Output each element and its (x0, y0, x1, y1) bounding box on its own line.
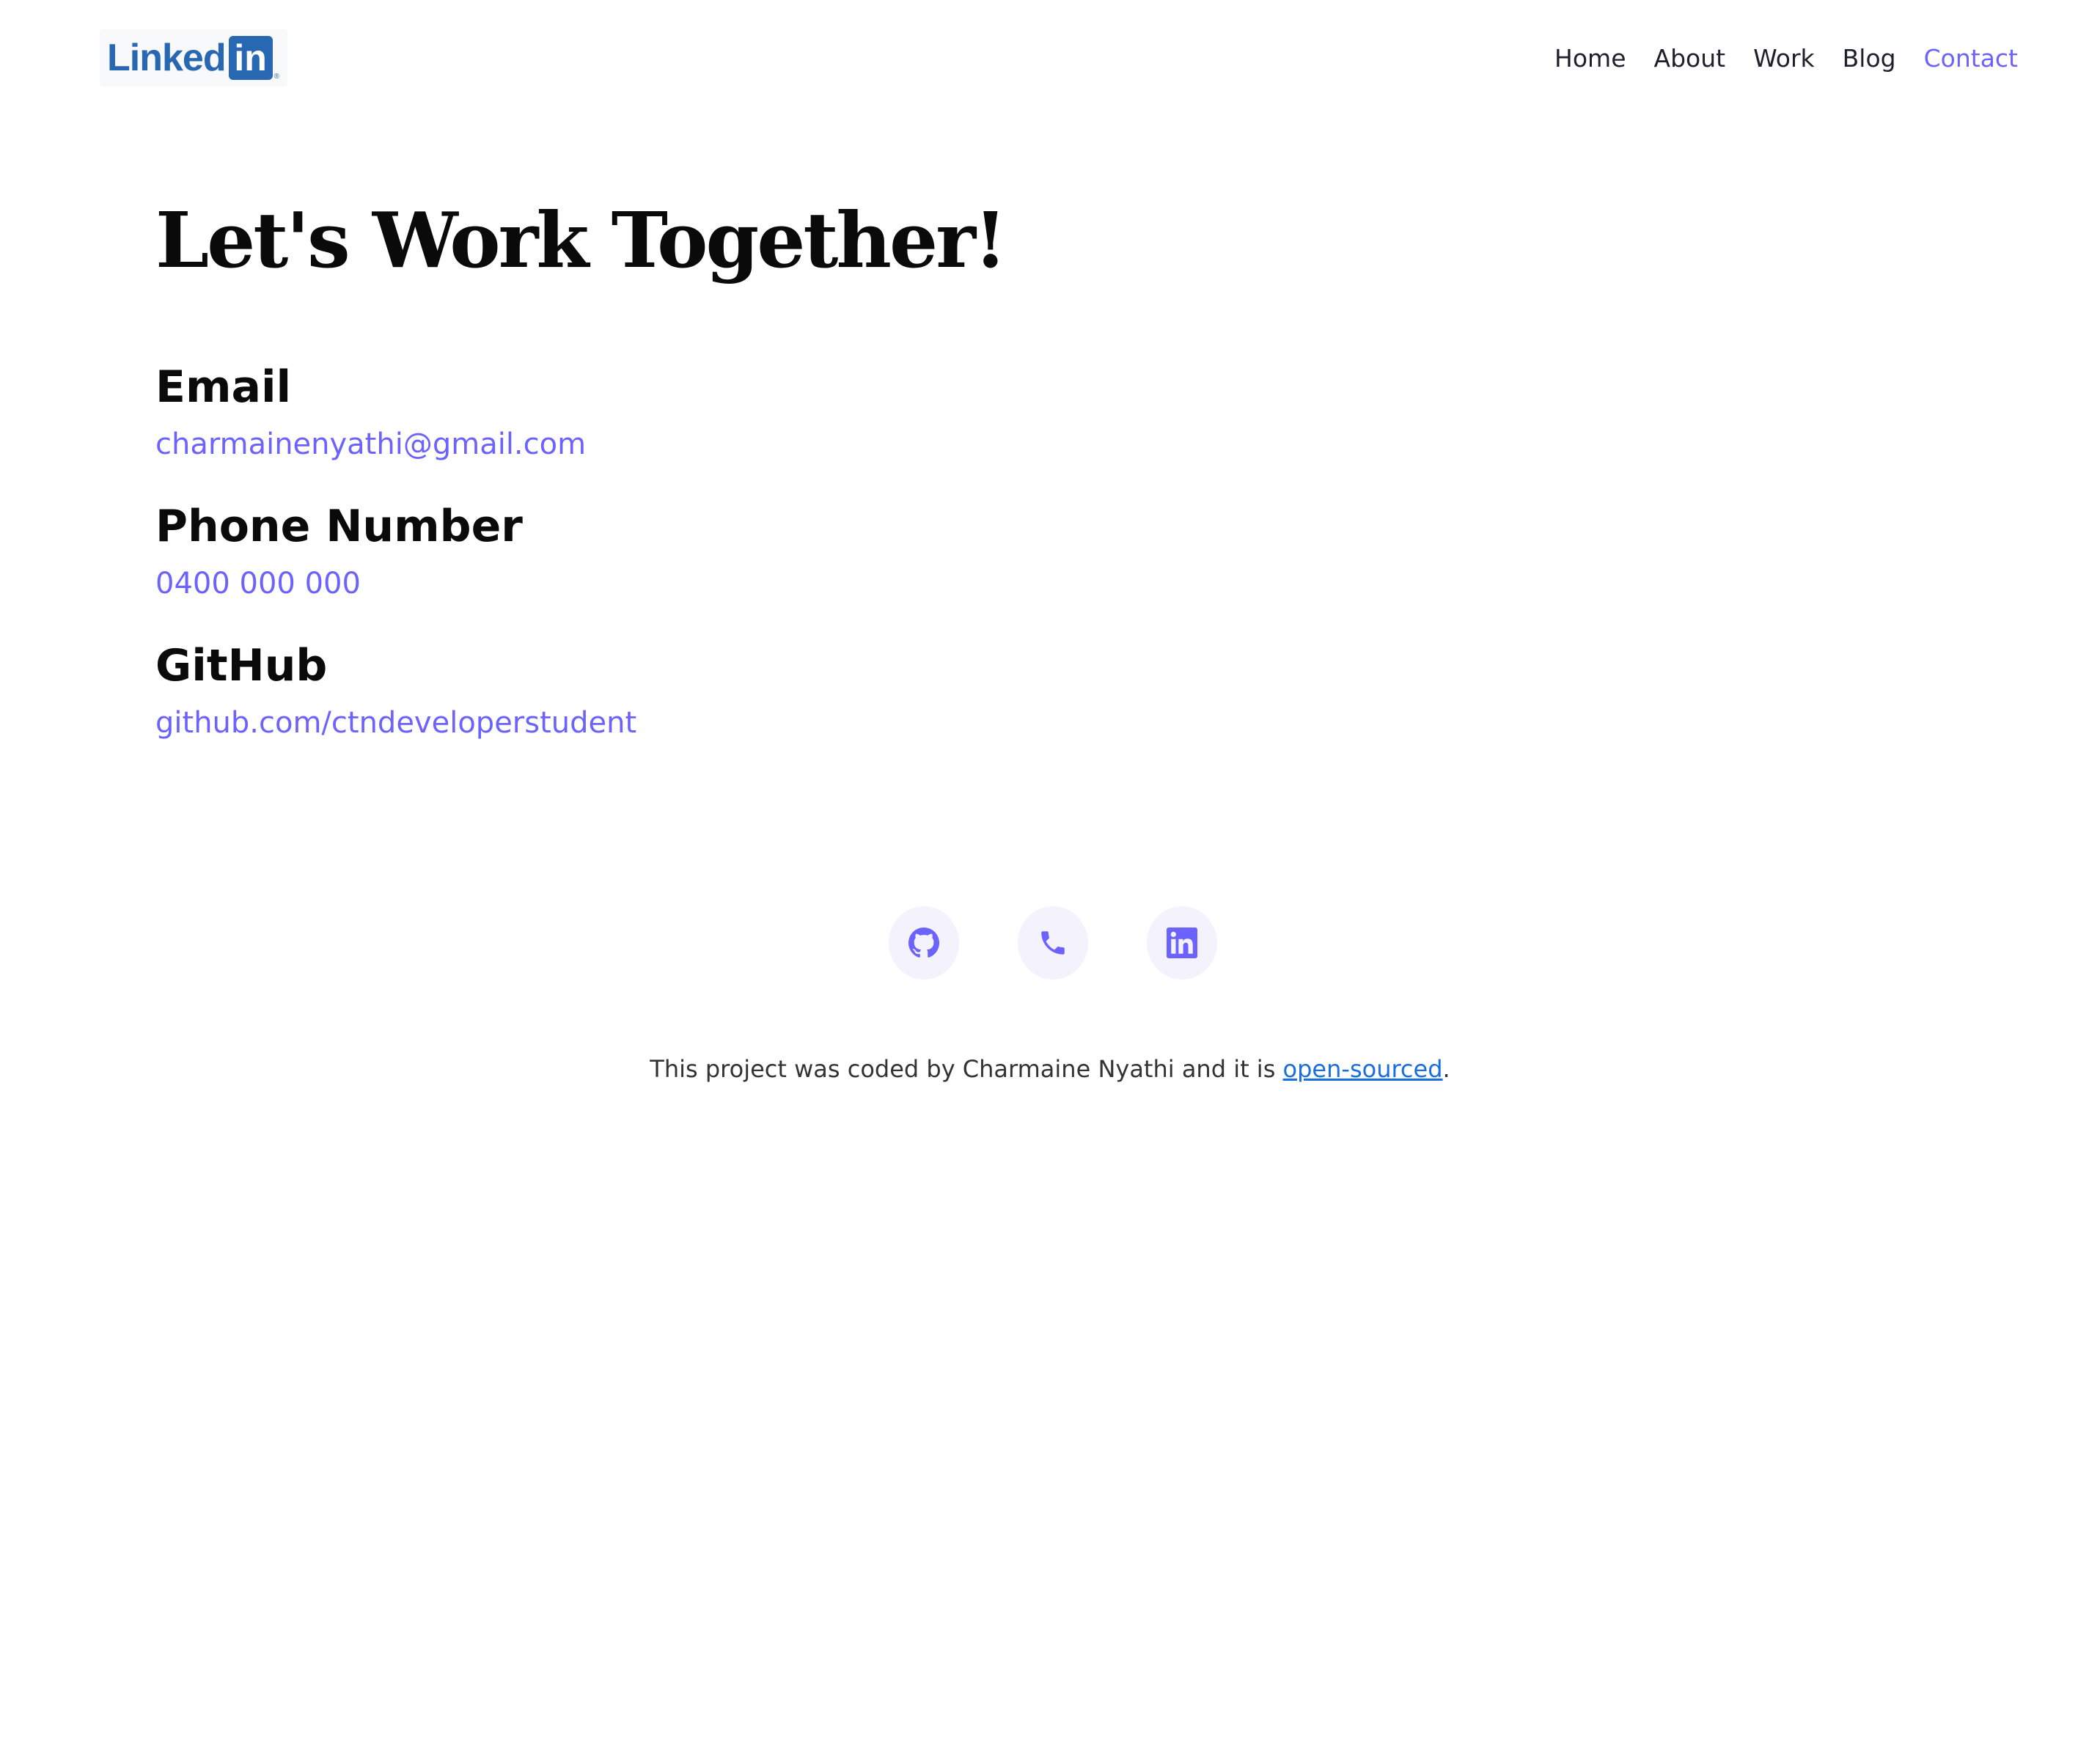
github-link[interactable]: github.com/ctndeveloperstudent (155, 701, 636, 745)
footer-text-after: . (1442, 1055, 1450, 1083)
linkedin-logo[interactable]: Linked in ® (100, 29, 287, 87)
nav-blog[interactable]: Blog (1843, 41, 1896, 76)
nav-work[interactable]: Work (1753, 41, 1815, 76)
phone-heading: Phone Number (155, 501, 523, 552)
linkedin-button[interactable] (1147, 906, 1217, 980)
email-heading: Email (155, 361, 292, 413)
main-nav: Home About Work Blog Contact (1554, 41, 2018, 76)
phone-icon (1041, 931, 1065, 955)
open-source-link[interactable]: open-sourced (1283, 1055, 1443, 1083)
logo-word: Linked (107, 37, 227, 79)
nav-home[interactable]: Home (1554, 41, 1626, 76)
footer-text-before: This project was coded by Charmaine Nyat… (650, 1055, 1283, 1083)
github-heading: GitHub (155, 640, 328, 691)
github-icon (908, 927, 939, 958)
page-title: Let's Work Together! (155, 195, 1007, 285)
logo-box: in (228, 36, 273, 80)
logo-registered-mark: ® (273, 73, 279, 81)
email-link[interactable]: charmainenyathi@gmail.com (155, 422, 586, 466)
phone-section: Phone Number 0400 000 000 (155, 497, 523, 606)
nav-about[interactable]: About (1654, 41, 1726, 76)
nav-contact[interactable]: Contact (1924, 41, 2018, 76)
github-button[interactable] (889, 906, 959, 980)
github-section: GitHub github.com/ctndeveloperstudent (155, 636, 636, 745)
footer-text: This project was coded by Charmaine Nyat… (0, 1051, 2100, 1087)
phone-button[interactable] (1018, 906, 1088, 980)
social-links (889, 906, 1217, 980)
linkedin-icon (1167, 927, 1197, 958)
email-section: Email charmainenyathi@gmail.com (155, 358, 586, 466)
phone-link[interactable]: 0400 000 000 (155, 562, 523, 606)
